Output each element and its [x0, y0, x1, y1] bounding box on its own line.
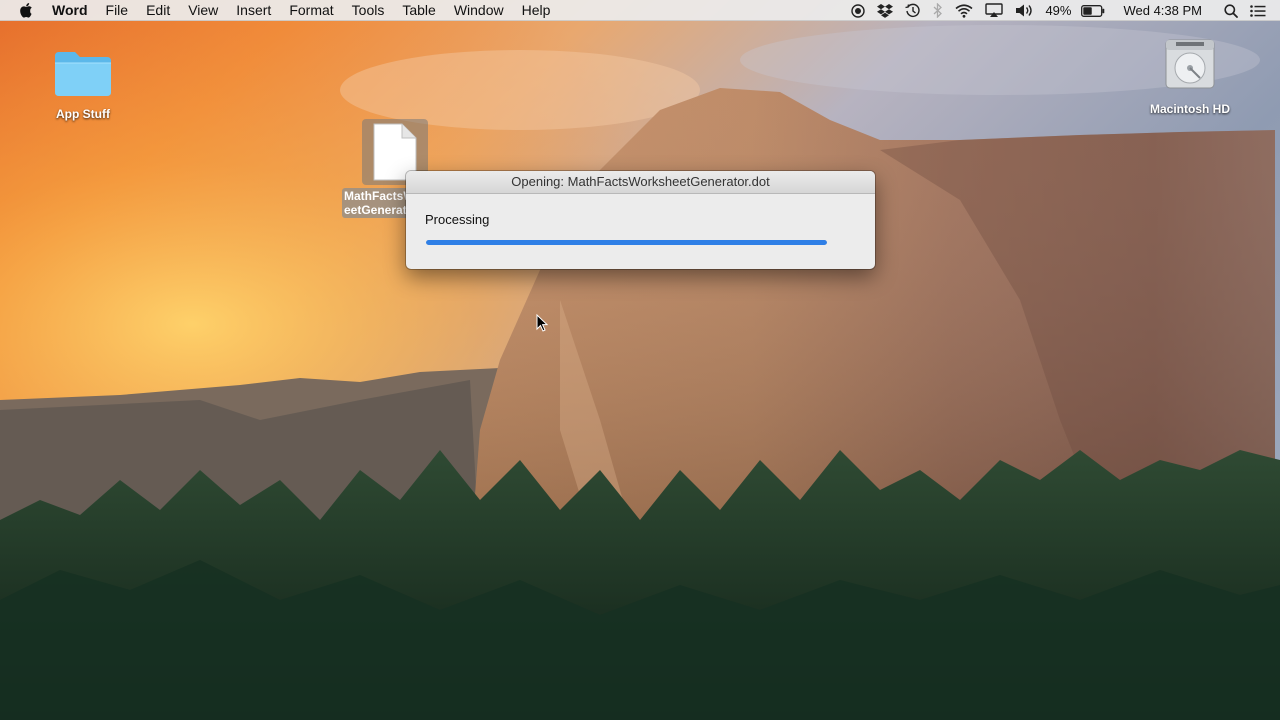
menu-tools[interactable]: Tools [343, 0, 394, 21]
record-icon[interactable] [851, 0, 866, 21]
menu-format[interactable]: Format [280, 0, 342, 21]
wifi-icon[interactable] [955, 0, 973, 21]
menu-bar-status-area: 49% Wed 4:38 PM [845, 0, 1280, 21]
menu-table[interactable]: Table [393, 0, 444, 21]
menu-window[interactable]: Window [445, 0, 513, 21]
bluetooth-icon[interactable] [933, 0, 943, 21]
desktop-wallpaper [0, 0, 1280, 720]
apple-menu-icon[interactable] [18, 1, 34, 19]
folder-label: App Stuff [56, 107, 110, 121]
time-machine-icon[interactable] [905, 0, 921, 21]
menu-view[interactable]: View [179, 0, 227, 21]
progress-bar-fill [426, 240, 827, 245]
opening-progress-dialog: Opening: MathFactsWorksheetGenerator.dot… [406, 171, 875, 269]
menu-bar-clock[interactable]: Wed 4:38 PM [1119, 3, 1206, 18]
desktop-screen: Word File Edit View Insert Format Tools … [0, 0, 1280, 720]
notification-center-icon[interactable] [1250, 0, 1266, 21]
dropbox-icon[interactable] [877, 0, 894, 21]
menu-help[interactable]: Help [513, 0, 560, 21]
airplay-icon[interactable] [985, 0, 1004, 21]
menu-app-word[interactable]: Word [50, 0, 97, 21]
desktop-folder-app-stuff[interactable]: App Stuff [46, 48, 120, 121]
menu-bar: Word File Edit View Insert Format Tools … [0, 0, 1280, 21]
hard-drive-icon [1165, 39, 1215, 89]
folder-icon [55, 52, 111, 96]
volume-icon[interactable] [1015, 0, 1035, 21]
menu-file[interactable]: File [97, 0, 138, 21]
battery-percent: 49% [1045, 3, 1072, 18]
mouse-cursor-icon [536, 314, 548, 332]
dialog-title[interactable]: Opening: MathFactsWorksheetGenerator.dot [406, 171, 875, 194]
menu-insert[interactable]: Insert [227, 0, 280, 21]
spotlight-search-icon[interactable] [1224, 0, 1238, 21]
menu-edit[interactable]: Edit [137, 0, 179, 21]
dialog-status-text: Processing [425, 212, 490, 227]
desktop-drive-macintosh-hd[interactable]: Macintosh HD [1142, 36, 1238, 116]
battery-icon[interactable] [1081, 0, 1105, 21]
progress-bar [426, 240, 827, 245]
drive-label: Macintosh HD [1149, 102, 1230, 116]
